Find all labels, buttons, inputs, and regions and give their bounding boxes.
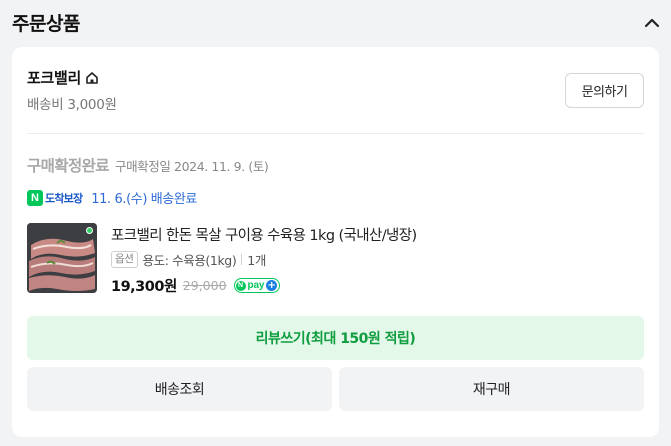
track-delivery-button[interactable]: 배송조회 (27, 367, 332, 411)
option-tag: 옵션 (111, 251, 138, 268)
option-separator (241, 254, 243, 265)
original-price: 29,000 (182, 278, 227, 293)
pork-meat-image (27, 223, 97, 293)
divider (27, 133, 644, 134)
order-item-card: 포크밸리 배송비 3,000원 문의하기 구매확정완료 구매확정일 2024. … (12, 47, 659, 437)
quantity: 1개 (247, 253, 266, 268)
inquiry-button[interactable]: 문의하기 (565, 73, 644, 108)
delivery-row: N 도착보장 11. 6.(수) 배송완료 (27, 188, 197, 207)
order-status-row: 구매확정완료 구매확정일 2024. 11. 9. (토) (27, 154, 269, 176)
order-status: 구매확정완료 (27, 157, 110, 175)
product-thumbnail[interactable] (27, 223, 97, 293)
chevron-up-icon[interactable] (643, 14, 661, 32)
shipping-fee: 배송비 3,000원 (27, 97, 117, 113)
write-review-button[interactable]: 리뷰쓰기(최대 150원 적립) (27, 316, 644, 360)
section-title: 주문상품 (12, 13, 80, 35)
plus-icon: + (266, 279, 278, 291)
arrival-guarantee-label: 도착보장 (45, 191, 83, 205)
npay-label: pay (247, 280, 265, 291)
store-name-link[interactable]: 포크밸리 (27, 67, 99, 88)
naver-n-icon: N (235, 280, 246, 291)
rebuy-button[interactable]: 재구매 (339, 367, 644, 411)
thumbnail-status-dot (86, 227, 93, 234)
confirm-date: 구매확정일 2024. 11. 9. (토) (114, 159, 269, 174)
product-name[interactable]: 포크밸리 한돈 목살 구이용 수육용 1kg (국내산/냉장) (111, 224, 417, 245)
option-value: 용도: 수육용(1kg) (142, 253, 237, 268)
npay-plus-badge: N pay + (233, 278, 281, 293)
delivery-status: 11. 6.(수) 배송완료 (91, 192, 197, 207)
home-icon (86, 71, 98, 84)
arrival-guarantee-badge: N 도착보장 (27, 189, 83, 206)
price-row: 19,300원 29,000 N pay + (111, 275, 281, 296)
naver-n-icon: N (27, 189, 43, 206)
product-option-row: 옵션 용도: 수육용(1kg) 1개 (111, 250, 266, 269)
section-header: 주문상품 (0, 0, 671, 46)
store-name: 포크밸리 (27, 69, 82, 87)
sale-price: 19,300원 (111, 279, 177, 295)
